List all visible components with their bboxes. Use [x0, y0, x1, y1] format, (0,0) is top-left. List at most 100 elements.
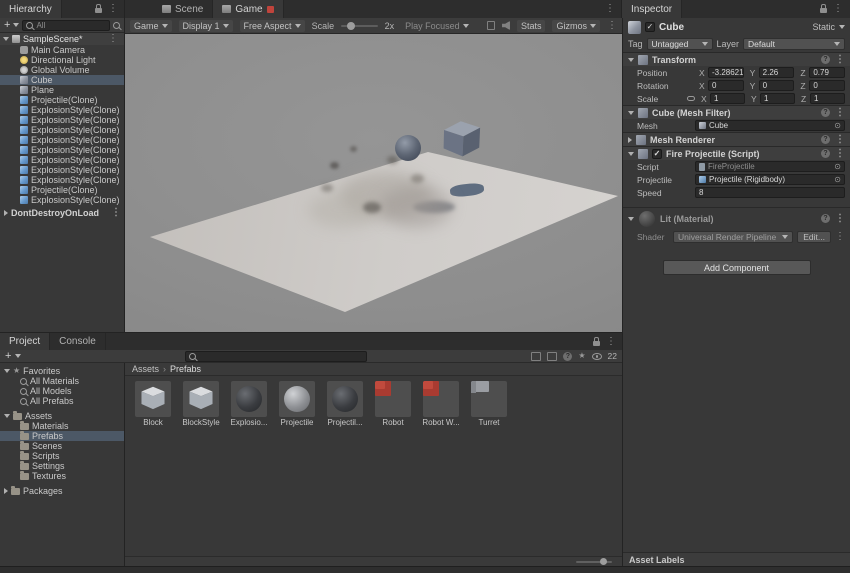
asset-item[interactable]: Projectile [277, 381, 317, 427]
shader-dropdown[interactable]: Universal Render Pipeline [673, 231, 793, 243]
aspect-dropdown[interactable]: Free Aspect [240, 20, 305, 32]
script-object-field[interactable]: FireProjectile ⊙ [695, 161, 845, 172]
asset-item[interactable]: Block [133, 381, 173, 427]
thumbnail-size-slider[interactable] [576, 561, 612, 563]
help-icon[interactable]: ? [821, 108, 830, 117]
scale-z-field[interactable]: 1 [810, 93, 845, 104]
favorites-star-icon[interactable]: ★ [578, 352, 585, 360]
foldout-open-icon[interactable] [628, 152, 634, 156]
favorite-item[interactable]: All Prefabs [0, 396, 124, 406]
mesh-renderer-component-header[interactable]: Mesh Renderer ? ⋮ [623, 132, 850, 146]
panel-menu-icon[interactable]: ⋮ [605, 4, 615, 14]
game-viewport[interactable] [125, 34, 622, 332]
game-view-dropdown[interactable]: Game [130, 20, 172, 32]
stats-button[interactable]: Stats [517, 20, 546, 32]
hierarchy-item[interactable]: ExplosionStyle(Clone) [0, 125, 124, 135]
rotation-x-field[interactable]: 0 [708, 80, 744, 91]
position-z-field[interactable]: 0.79 [809, 67, 845, 78]
hierarchy-item[interactable]: Projectile(Clone) [0, 185, 124, 195]
foldout-open-icon[interactable] [628, 58, 634, 62]
panel-menu-icon[interactable]: ⋮ [606, 337, 616, 347]
add-component-button[interactable]: Add Component [663, 260, 811, 275]
scale-x-field[interactable]: 1 [710, 93, 745, 104]
mesh-object-field[interactable]: Cube ⊙ [695, 120, 845, 131]
shader-edit-button[interactable]: Edit... [797, 231, 831, 243]
hierarchy-item[interactable]: Plane [0, 85, 124, 95]
hierarchy-item[interactable]: ExplosionStyle(Clone) [0, 155, 124, 165]
fire-projectile-component-header[interactable]: ✓ Fire Projectile (Script) ? ⋮ [623, 146, 850, 160]
component-menu-icon[interactable]: ⋮ [835, 55, 845, 65]
foldout-open-icon[interactable] [4, 414, 10, 418]
active-checkbox[interactable]: ✓ [645, 22, 655, 32]
lock-icon[interactable] [593, 341, 600, 346]
hierarchy-item[interactable]: ExplosionStyle(Clone) [0, 145, 124, 155]
speed-field[interactable]: 8 [695, 187, 845, 198]
object-name-field[interactable]: Cube [659, 22, 684, 33]
tab-hierarchy[interactable]: Hierarchy [0, 0, 62, 18]
rotation-z-field[interactable]: 0 [809, 80, 845, 91]
panel-menu-icon[interactable]: ⋮ [833, 4, 843, 14]
foldout-closed-icon[interactable] [4, 488, 8, 494]
display-dropdown[interactable]: Display 1 [179, 20, 233, 32]
panel-menu-icon[interactable]: ⋮ [108, 4, 118, 14]
hierarchy-item[interactable]: ExplosionStyle(Clone) [0, 165, 124, 175]
projectile-object-field[interactable]: Projectile (Rigidbody) ⊙ [695, 174, 845, 185]
hierarchy-item[interactable]: ExplosionStyle(Clone) [0, 175, 124, 185]
mute-audio-icon[interactable] [502, 21, 510, 30]
component-enabled-checkbox[interactable]: ✓ [652, 149, 662, 159]
folder-item[interactable]: Scenes [0, 441, 124, 451]
folder-item[interactable]: Materials [0, 421, 124, 431]
hierarchy-item[interactable]: Directional Light [0, 55, 124, 65]
hidden-count-eye-icon[interactable] [592, 353, 602, 360]
foldout-open-icon[interactable] [628, 111, 634, 115]
component-menu-icon[interactable]: ⋮ [835, 108, 845, 118]
help-icon[interactable]: ? [821, 149, 830, 158]
foldout-open-icon[interactable] [3, 37, 9, 41]
object-picker-icon[interactable]: ⊙ [834, 122, 841, 130]
breadcrumb-root[interactable]: Assets [132, 364, 159, 374]
asset-item[interactable]: BlockStyle [181, 381, 221, 427]
scale-slider-knob[interactable] [347, 22, 355, 30]
asset-item[interactable]: Robot W... [421, 381, 461, 427]
toolbar-menu-icon[interactable]: ⋮ [607, 21, 617, 31]
search-by-type-icon[interactable] [531, 352, 541, 361]
tab-inspector[interactable]: Inspector [622, 0, 682, 18]
asset-item[interactable]: Robot [373, 381, 413, 427]
tab-console[interactable]: Console [50, 333, 106, 350]
hierarchy-item[interactable]: ExplosionStyle(Clone) [0, 105, 124, 115]
scene-menu-icon[interactable]: ⋮ [111, 208, 124, 218]
folder-item[interactable]: Scripts [0, 451, 124, 461]
scene-header-row[interactable]: SampleScene* ⋮ [0, 33, 124, 45]
lock-icon[interactable] [820, 8, 827, 13]
breadcrumb-current[interactable]: Prefabs [170, 364, 201, 374]
tab-game[interactable]: Game [213, 0, 283, 18]
hierarchy-item[interactable]: ExplosionStyle(Clone) [0, 135, 124, 145]
lock-icon[interactable] [95, 8, 102, 13]
project-search-input[interactable] [185, 351, 367, 362]
material-menu-icon[interactable]: ⋮ [835, 214, 845, 224]
folder-item-selected[interactable]: Prefabs [0, 431, 124, 441]
dont-destroy-on-load-row[interactable]: DontDestroyOnLoad ⋮ [0, 207, 124, 219]
component-menu-icon[interactable]: ⋮ [835, 135, 845, 145]
folder-item[interactable]: Textures [0, 471, 124, 481]
mesh-filter-component-header[interactable]: Cube (Mesh Filter) ? ⋮ [623, 105, 850, 119]
layer-dropdown[interactable]: Default [743, 38, 845, 50]
folder-item[interactable]: Settings [0, 461, 124, 471]
object-picker-icon[interactable]: ⊙ [834, 176, 841, 184]
hierarchy-item[interactable]: ExplosionStyle(Clone) [0, 115, 124, 125]
thumbnail-size-knob[interactable] [600, 558, 607, 565]
object-picker-icon[interactable]: ⊙ [834, 163, 841, 171]
shader-menu-icon[interactable]: ⋮ [835, 232, 845, 242]
hierarchy-item[interactable]: Projectile(Clone) [0, 95, 124, 105]
foldout-closed-icon[interactable] [4, 210, 8, 216]
rotation-y-field[interactable]: 0 [759, 80, 795, 91]
scene-menu-icon[interactable]: ⋮ [108, 34, 121, 44]
hierarchy-filter-icon[interactable] [113, 22, 120, 29]
create-button[interactable]: + [4, 20, 10, 31]
packages-header[interactable]: Packages [0, 486, 124, 496]
position-x-field[interactable]: -3.28621 [708, 67, 744, 78]
help-icon[interactable]: ? [821, 135, 830, 144]
foldout-open-icon[interactable] [4, 369, 10, 373]
hierarchy-search-input[interactable]: All [22, 20, 110, 31]
transform-component-header[interactable]: Transform ? ⋮ [623, 52, 850, 66]
